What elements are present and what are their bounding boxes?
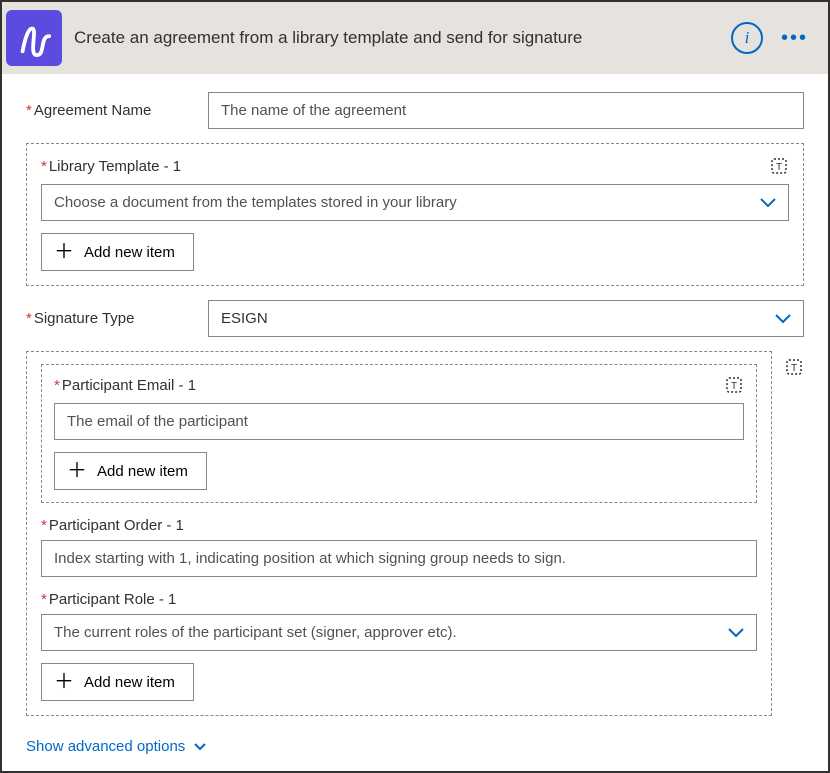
chevron-down-icon [727,627,745,639]
participant-role-label: Participant Role - 1 [41,591,757,608]
svg-text:T: T [776,162,782,173]
more-icon[interactable]: ••• [775,27,814,50]
chevron-down-icon [759,197,777,209]
library-template-select-text: Choose a document from the templates sto… [41,184,789,221]
participant-email-add-button[interactable]: ＋ Add new item [54,452,207,490]
agreement-name-row: Agreement Name The name of the agreement [26,92,804,129]
library-template-select[interactable]: Choose a document from the templates sto… [41,184,789,221]
array-settings-icon[interactable]: T [769,156,789,176]
library-template-label: Library Template - 1 [41,158,181,175]
card-title: Create an agreement from a library templ… [74,28,719,48]
add-button-label: Add new item [97,463,188,480]
plus-icon: ＋ [67,461,87,481]
participant-email-group: Participant Email - 1 T The email of the… [41,364,757,503]
show-advanced-label: Show advanced options [26,738,185,755]
action-card: Create an agreement from a library templ… [0,0,830,773]
participant-order-label: Participant Order - 1 [41,517,757,534]
adobe-acrobat-icon [6,10,62,66]
library-template-add-button[interactable]: ＋ Add new item [41,233,194,271]
signature-type-row: Signature Type ESIGN [26,300,804,337]
plus-icon: ＋ [54,242,74,262]
svg-text:T: T [791,363,797,374]
signature-type-select[interactable]: ESIGN [208,300,804,337]
participant-role-field: Participant Role - 1 The current roles o… [41,591,757,651]
chevron-down-icon [193,742,207,752]
participant-role-select-text: The current roles of the participant set… [41,614,757,651]
svg-text:T: T [731,381,737,392]
show-advanced-options-link[interactable]: Show advanced options [26,736,207,757]
participant-email-input[interactable]: The email of the participant [54,403,744,440]
participant-order-input[interactable]: Index starting with 1, indicating positi… [41,540,757,577]
participant-role-select[interactable]: The current roles of the participant set… [41,614,757,651]
participants-add-button[interactable]: ＋ Add new item [41,663,194,701]
card-header: Create an agreement from a library templ… [2,2,828,74]
info-icon[interactable]: i [731,22,763,54]
array-settings-icon[interactable]: T [724,375,744,395]
participants-group: Participant Email - 1 T The email of the… [26,351,772,716]
add-button-label: Add new item [84,244,175,261]
participant-email-label: Participant Email - 1 [54,377,196,394]
plus-icon: ＋ [54,672,74,692]
agreement-name-label: Agreement Name [26,102,194,119]
chevron-down-icon [774,313,792,325]
array-settings-icon[interactable]: T [784,357,804,377]
library-template-group: Library Template - 1 T Choose a document… [26,143,804,286]
agreement-name-input[interactable]: The name of the agreement [208,92,804,129]
participant-order-field: Participant Order - 1 Index starting wit… [41,517,757,577]
signature-type-label: Signature Type [26,310,194,327]
card-body: Agreement Name The name of the agreement… [2,74,828,771]
add-button-label: Add new item [84,674,175,691]
signature-type-value: ESIGN [208,300,804,337]
